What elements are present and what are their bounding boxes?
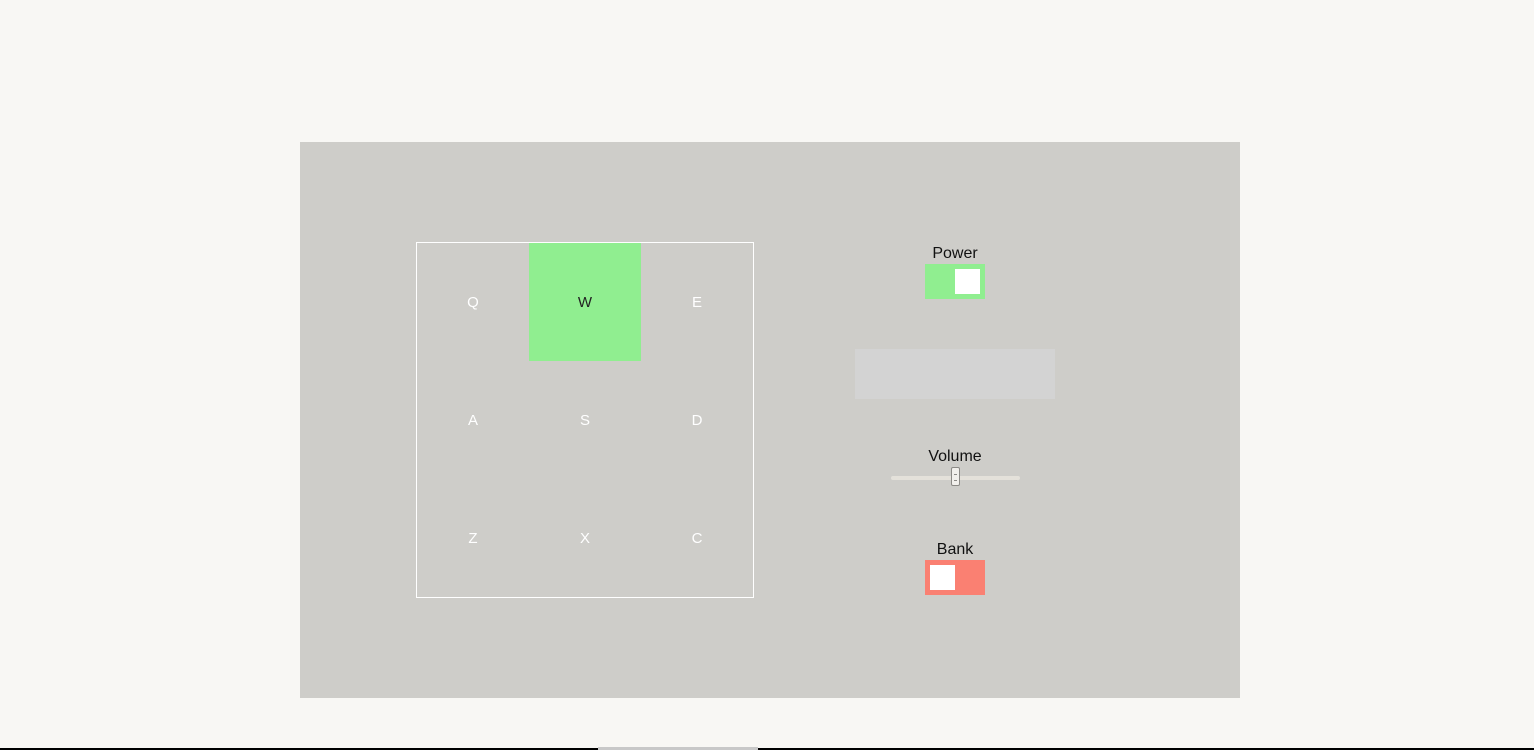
sound-display — [855, 349, 1055, 399]
bank-control: Bank — [855, 541, 1055, 595]
volume-slider-thumb[interactable] — [950, 467, 960, 486]
bank-toggle-knob[interactable] — [930, 565, 955, 590]
power-toggle-knob[interactable] — [955, 269, 980, 294]
power-label: Power — [932, 245, 978, 262]
bank-label: Bank — [936, 541, 974, 558]
drum-pad-x[interactable]: X — [529, 479, 641, 597]
drum-pad-grid: Q W E A S D Z X C — [416, 242, 754, 598]
volume-control: Volume — [855, 448, 1055, 486]
drum-pad-q[interactable]: Q — [417, 243, 529, 361]
drum-pad-w[interactable]: W — [529, 243, 641, 361]
volume-slider[interactable] — [890, 467, 1020, 486]
volume-label: Volume — [928, 448, 982, 465]
drum-machine: Q W E A S D Z X C Power Volume Bank — [300, 142, 1240, 698]
drum-pad-c[interactable]: C — [641, 479, 753, 597]
drum-pad-z[interactable]: Z — [417, 479, 529, 597]
drum-pad-e[interactable]: E — [641, 243, 753, 361]
bank-toggle[interactable] — [925, 560, 985, 595]
drum-pad-d[interactable]: D — [641, 361, 753, 479]
drum-pad-a[interactable]: A — [417, 361, 529, 479]
drum-pad-s[interactable]: S — [529, 361, 641, 479]
power-toggle[interactable] — [925, 264, 985, 299]
power-control: Power — [855, 245, 1055, 299]
